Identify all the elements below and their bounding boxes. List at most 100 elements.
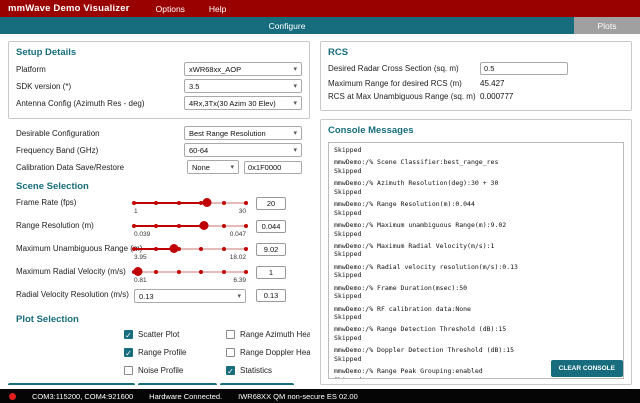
slider-min-label: 0.039: [134, 231, 151, 238]
configuration-block: Desirable Configuration Best Range Resol…: [8, 119, 310, 177]
checked-checkbox-icon[interactable]: ✓: [226, 366, 235, 376]
max-unambiguous-range-value-input[interactable]: [256, 243, 286, 256]
desirable-configuration-value: Best Range Resolution: [189, 128, 266, 138]
slider-handle[interactable]: [133, 267, 143, 276]
desirable-configuration-row: Desirable Configuration Best Range Resol…: [16, 126, 302, 140]
checkbox-scatter-plot[interactable]: ✓ Scatter Plot: [124, 330, 216, 340]
tab-configure[interactable]: Configure: [0, 17, 574, 34]
menu-help[interactable]: Help: [209, 4, 226, 14]
checkbox-noise-profile[interactable]: Noise Profile: [124, 366, 216, 375]
max-unambiguous-range-slider[interactable]: 3.95 18.02: [132, 244, 248, 261]
slider-tick: [176, 200, 181, 205]
radial-velocity-resolution-value-input[interactable]: [256, 289, 286, 302]
chevron-down-icon: ▾: [230, 163, 234, 171]
plot-selection-grid: ✓ Scatter Plot Range Azimuth Heat Map ✓ Rang…: [124, 330, 310, 376]
checkbox-statistics[interactable]: ✓ Statistics: [226, 366, 310, 376]
console-line: mmwDemo:/% Maximum unambiguous Range(m):…: [334, 221, 507, 230]
console-line: Skipped: [334, 208, 362, 217]
radial-velocity-resolution-value: 0.13: [139, 291, 154, 301]
checkbox-label: Range Doppler Heat Map: [240, 348, 310, 357]
slider-handle[interactable]: [199, 221, 209, 230]
status-bar: COM3:115200, COM4:921600 Hardware Connec…: [0, 389, 640, 403]
slider-tick: [221, 200, 226, 205]
antenna-config-label: Antenna Config (Azimuth Res - deg): [16, 98, 145, 108]
slider-tick: [154, 269, 159, 274]
antenna-config-select[interactable]: 4Rx,3Tx(30 Azim 30 Elev) ▾: [184, 96, 302, 110]
desirable-configuration-label: Desirable Configuration: [16, 128, 100, 138]
checkbox-range-azimuth-heat-map[interactable]: Range Azimuth Heat Map: [226, 330, 310, 339]
console-line: Skipped: [334, 333, 362, 342]
antenna-config-row: Antenna Config (Azimuth Res - deg) 4Rx,3…: [16, 96, 302, 110]
frame-rate-slider[interactable]: 1 30: [132, 198, 248, 215]
radial-velocity-resolution-select[interactable]: 0.13 ▾: [134, 289, 246, 303]
frequency-band-select[interactable]: 60-64 ▾: [184, 143, 302, 157]
max-radial-velocity-row: Maximum Radial Velocity (m/s) 0.81 6.39: [16, 266, 302, 284]
calibration-select[interactable]: None ▾: [187, 160, 239, 174]
calibration-value: None: [192, 162, 210, 172]
console-line: Skipped: [334, 250, 362, 259]
console-line: Skipped: [334, 313, 362, 321]
frame-rate-value-input[interactable]: [256, 197, 286, 210]
calibration-label: Calibration Data Save/Restore: [16, 162, 125, 172]
console-title: Console Messages: [328, 125, 414, 136]
checkbox-range-profile[interactable]: ✓ Range Profile: [124, 348, 216, 358]
send-config-button[interactable]: SEND CONFIG TO MMWAVE DEVICE: [8, 383, 136, 385]
sdk-version-select[interactable]: 3.5 ▾: [184, 79, 302, 93]
frequency-band-label: Frequency Band (GHz): [16, 145, 99, 155]
console-output[interactable]: Skipped mmwDemo:/% Scene Classifier:best_…: [328, 142, 624, 379]
checked-checkbox-icon[interactable]: ✓: [124, 330, 133, 340]
unchecked-checkbox-icon[interactable]: [226, 348, 235, 357]
clear-console-button[interactable]: CLEAR CONSOLE: [550, 360, 623, 377]
max-radial-velocity-label: Maximum Radial Velocity (m/s): [16, 267, 126, 276]
slider-track[interactable]: [134, 270, 246, 273]
slider-max-label: 30: [238, 208, 246, 215]
range-resolution-value-input[interactable]: [256, 220, 286, 233]
desired-rcs-row: Desired Radar Cross Section (sq. m): [328, 62, 624, 75]
app-window: mmWave Demo Visualizer Options Help Conf…: [0, 0, 640, 403]
slider-handle[interactable]: [169, 244, 179, 253]
slider-tick: [221, 246, 226, 251]
menu-options[interactable]: Options: [156, 4, 185, 14]
max-radial-velocity-slider[interactable]: 0.81 6.39: [132, 267, 248, 284]
scene-selection-title: Scene Selection: [16, 181, 89, 192]
checkbox-range-doppler-heat-map[interactable]: Range Doppler Heat Map: [226, 348, 310, 357]
calibration-address-input[interactable]: [244, 160, 302, 174]
frequency-band-value: 60-64: [189, 145, 209, 155]
unchecked-checkbox-icon[interactable]: [226, 330, 235, 339]
unchecked-checkbox-icon[interactable]: [124, 366, 133, 375]
range-resolution-slider[interactable]: 0.039 0.047: [132, 221, 248, 238]
slider-tick: [221, 223, 226, 228]
max-radial-velocity-value-input[interactable]: [256, 266, 286, 279]
console-line: Skipped: [334, 292, 362, 301]
checked-checkbox-icon[interactable]: ✓: [124, 348, 133, 358]
platform-select[interactable]: xWR68xx_AOP ▾: [184, 62, 302, 76]
console-line: mmwDemo:/% RF calibration data:None: [334, 304, 471, 313]
slider-tick: [132, 223, 136, 228]
desired-rcs-input[interactable]: [480, 62, 568, 75]
slider-tick: [199, 246, 204, 251]
calibration-row: Calibration Data Save/Restore None ▾: [16, 160, 302, 174]
frame-rate-row: Frame Rate (fps) 1 30: [16, 197, 302, 215]
chevron-down-icon: ▾: [293, 82, 297, 90]
slider-tick: [221, 269, 226, 274]
slider-tick: [244, 200, 248, 205]
platform-value: xWR68xx_AOP: [189, 64, 242, 74]
menu-bar: Options Help: [156, 4, 227, 14]
slider-handle[interactable]: [202, 198, 212, 207]
max-unambiguous-range-row: Maximum Unambiguous Range (m) 3.95 18.02: [16, 243, 302, 261]
chevron-down-icon: ▾: [293, 99, 297, 107]
tab-plots[interactable]: Plots: [574, 17, 640, 34]
reset-selection-button[interactable]: RESET SELECTION: [220, 383, 295, 385]
chevron-down-icon: ▾: [293, 129, 297, 137]
checkbox-label: Noise Profile: [138, 366, 184, 375]
checkbox-label: Scatter Plot: [138, 330, 180, 339]
console-line: mmwDemo:/% Azimuth Resolution(deg):30 + …: [334, 179, 499, 188]
save-config-button[interactable]: SAVE CONFIG TO PC: [138, 383, 218, 385]
console-line: mmwDemo:/% Scene Classifier:best_range_r…: [334, 158, 499, 167]
connection-status-icon: [9, 392, 16, 400]
slider-tick: [199, 269, 204, 274]
scene-selection-section: Scene Selection Frame Rate (fps) 1 30 Ra…: [8, 177, 310, 308]
slider-max-label: 0.047: [229, 231, 246, 238]
console-line: Skipped: [334, 229, 362, 238]
desirable-configuration-select[interactable]: Best Range Resolution ▾: [184, 126, 302, 140]
